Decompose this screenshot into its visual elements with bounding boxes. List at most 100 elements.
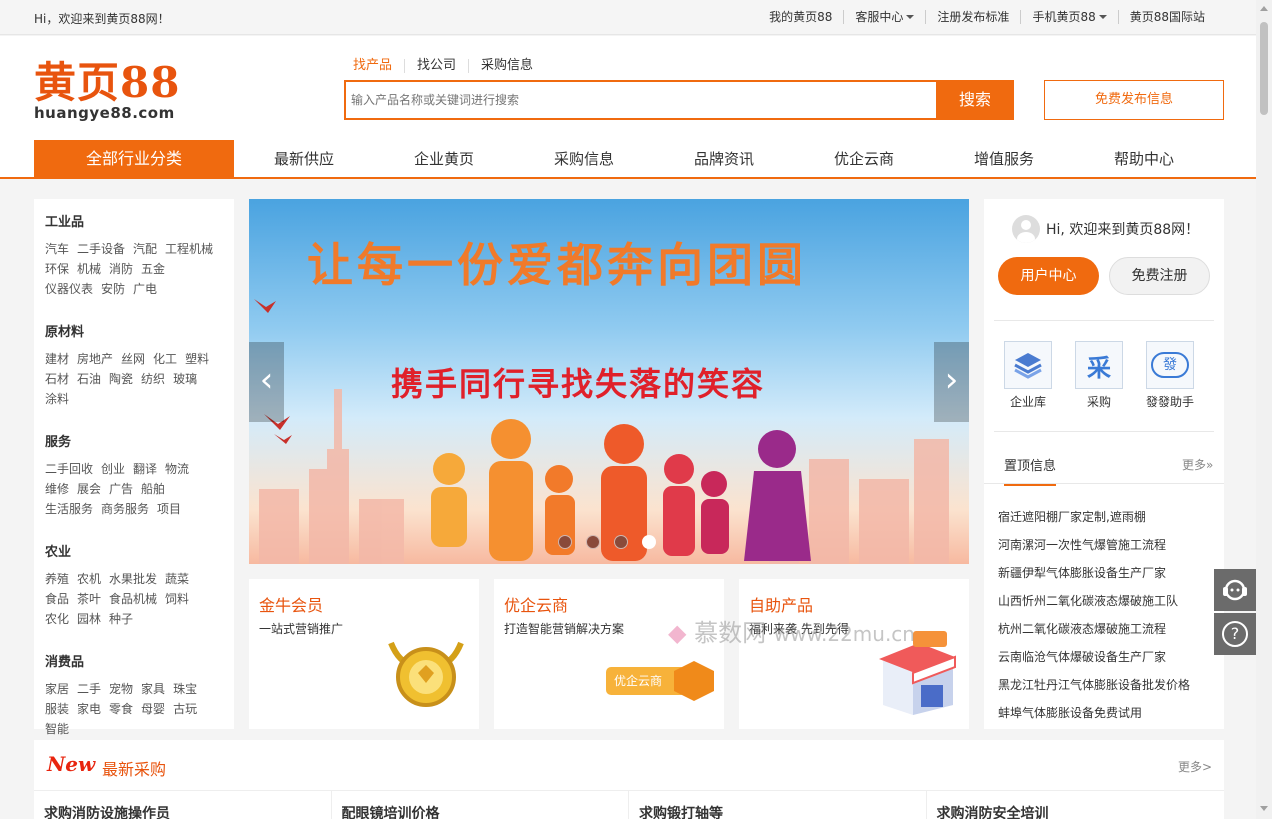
list-item[interactable]: 河南漯河一次性气爆管施工流程 (998, 531, 1190, 559)
nav-all-categories[interactable]: 全部行业分类 (34, 140, 234, 178)
category-link[interactable]: 塑料 (185, 349, 209, 369)
category-link[interactable]: 石材 (45, 369, 69, 389)
category-link[interactable]: 汽配 (133, 239, 157, 259)
list-item[interactable]: 宿迁遮阳棚厂家定制,遮雨棚 (998, 503, 1190, 531)
category-link[interactable]: 家居 (45, 679, 69, 699)
category-link[interactable]: 房地产 (77, 349, 113, 369)
nav-help-center[interactable]: 帮助中心 (1074, 140, 1214, 178)
category-link[interactable]: 船舶 (141, 479, 165, 499)
category-link[interactable]: 安防 (101, 279, 125, 299)
site-logo[interactable]: 黄页88 huangye88.com (34, 61, 180, 122)
banner-carousel[interactable]: 让每一份爱都奔向团圆 携手同行寻找失落的笑容 ‹ › (249, 199, 969, 564)
search-tab-purchase[interactable]: 采购信息 (469, 59, 545, 73)
category-link[interactable]: 涂料 (45, 389, 69, 409)
category-link[interactable]: 二手设备 (77, 239, 125, 259)
link-mobile[interactable]: 手机黄页88 (1021, 10, 1119, 24)
link-publish-standard[interactable]: 注册发布标准 (926, 10, 1022, 24)
customer-service-button[interactable] (1214, 569, 1256, 611)
category-link[interactable]: 饲料 (165, 589, 189, 609)
card-self-service[interactable]: 自助产品 福利来袭 先到先得 (739, 579, 969, 729)
category-link[interactable]: 项目 (157, 499, 181, 519)
category-link[interactable]: 化工 (153, 349, 177, 369)
banner-next-button[interactable]: › (934, 342, 969, 422)
category-link[interactable]: 汽车 (45, 239, 69, 259)
nav-youqi-cloud[interactable]: 优企云商 (794, 140, 934, 178)
scrollbar-thumb[interactable] (1260, 22, 1268, 115)
link-service-center[interactable]: 客服中心 (844, 10, 927, 24)
category-link[interactable]: 广电 (133, 279, 157, 299)
category-link[interactable]: 创业 (101, 459, 125, 479)
quick-link-purchase[interactable]: 采 采购 (1075, 341, 1123, 410)
list-item[interactable]: 求购锻打轴等 (629, 791, 927, 819)
carousel-dot[interactable] (558, 535, 572, 549)
card-golden-bull[interactable]: 金牛会员 一站式营销推广 (249, 579, 479, 729)
category-link[interactable]: 母婴 (141, 699, 165, 719)
category-link[interactable]: 物流 (165, 459, 189, 479)
category-link[interactable]: 园林 (77, 609, 101, 629)
category-link[interactable]: 工程机械 (165, 239, 213, 259)
category-link[interactable]: 消防 (109, 259, 133, 279)
help-button[interactable]: ? (1214, 613, 1256, 655)
list-item[interactable]: 配眼镜培训价格 (332, 791, 629, 819)
category-link[interactable]: 维修 (45, 479, 69, 499)
category-link[interactable]: 翻译 (133, 459, 157, 479)
category-title[interactable]: 服务 (45, 431, 234, 450)
category-link[interactable]: 石油 (77, 369, 101, 389)
category-link[interactable]: 农化 (45, 609, 69, 629)
category-link[interactable]: 纺织 (141, 369, 165, 389)
list-item[interactable]: 求购消防设施操作员 (34, 791, 332, 819)
category-link[interactable]: 二手 (77, 679, 101, 699)
free-publish-button[interactable]: 免费发布信息 (1044, 80, 1224, 120)
category-link[interactable]: 种子 (109, 609, 133, 629)
link-international[interactable]: 黄页88国际站 (1119, 10, 1216, 24)
category-link[interactable]: 环保 (45, 259, 69, 279)
list-item[interactable]: 杭州二氧化碳液态爆破施工流程 (998, 615, 1190, 643)
quick-link-fafa-assistant[interactable]: 發 發發助手 (1146, 341, 1194, 410)
category-title[interactable]: 农业 (45, 541, 234, 560)
nav-value-added[interactable]: 增值服务 (934, 140, 1074, 178)
category-link[interactable]: 茶叶 (77, 589, 101, 609)
category-link[interactable]: 商务服务 (101, 499, 149, 519)
list-item[interactable]: 求购消防安全培训 (927, 791, 1225, 819)
carousel-dot[interactable] (614, 535, 628, 549)
nav-company-directory[interactable]: 企业黄页 (374, 140, 514, 178)
category-link[interactable]: 家具 (141, 679, 165, 699)
tab-top-info[interactable]: 置顶信息 (1004, 455, 1057, 486)
category-link[interactable]: 养殖 (45, 569, 69, 589)
nav-latest-supply[interactable]: 最新供应 (234, 140, 374, 178)
category-title[interactable]: 工业品 (45, 211, 234, 230)
nav-purchase-info[interactable]: 采购信息 (514, 140, 654, 178)
category-link[interactable]: 陶瓷 (109, 369, 133, 389)
category-link[interactable]: 家电 (77, 699, 101, 719)
search-button[interactable]: 搜索 (936, 80, 1014, 120)
category-link[interactable]: 蔬菜 (165, 569, 189, 589)
latest-more-link[interactable]: 更多> (1178, 758, 1212, 775)
category-link[interactable]: 建材 (45, 349, 69, 369)
category-link[interactable]: 食品 (45, 589, 69, 609)
category-link[interactable]: 珠宝 (173, 679, 197, 699)
category-link[interactable]: 生活服务 (45, 499, 93, 519)
search-input[interactable] (346, 82, 936, 118)
category-link[interactable]: 丝网 (121, 349, 145, 369)
list-item[interactable]: 山西忻州二氧化碳液态爆破施工队 (998, 587, 1190, 615)
category-title[interactable]: 原材料 (45, 321, 234, 340)
category-link[interactable]: 机械 (77, 259, 101, 279)
scrollbar[interactable] (1256, 0, 1272, 819)
scroll-up-arrow-icon[interactable] (1260, 6, 1268, 11)
carousel-dot[interactable] (586, 535, 600, 549)
top-info-more-link[interactable]: 更多» (1182, 456, 1213, 473)
search-tab-products[interactable]: 找产品 (353, 59, 406, 73)
category-link[interactable]: 水果批发 (109, 569, 157, 589)
banner-prev-button[interactable]: ‹ (249, 342, 284, 422)
category-link[interactable]: 广告 (109, 479, 133, 499)
free-register-button[interactable]: 免费注册 (1109, 257, 1210, 295)
card-youqi-cloud[interactable]: 优企云商 打造智能营销解决方案 优企云商 (494, 579, 724, 729)
category-link[interactable]: 仪器仪表 (45, 279, 93, 299)
category-link[interactable]: 五金 (141, 259, 165, 279)
list-item[interactable]: 新疆伊犁气体膨胀设备生产厂家 (998, 559, 1190, 587)
list-item[interactable]: 云南临沧气体爆破设备生产厂家 (998, 643, 1190, 671)
category-link[interactable]: 古玩 (173, 699, 197, 719)
category-link[interactable]: 展会 (77, 479, 101, 499)
carousel-dot-active[interactable] (642, 535, 656, 549)
category-link[interactable]: 农机 (77, 569, 101, 589)
